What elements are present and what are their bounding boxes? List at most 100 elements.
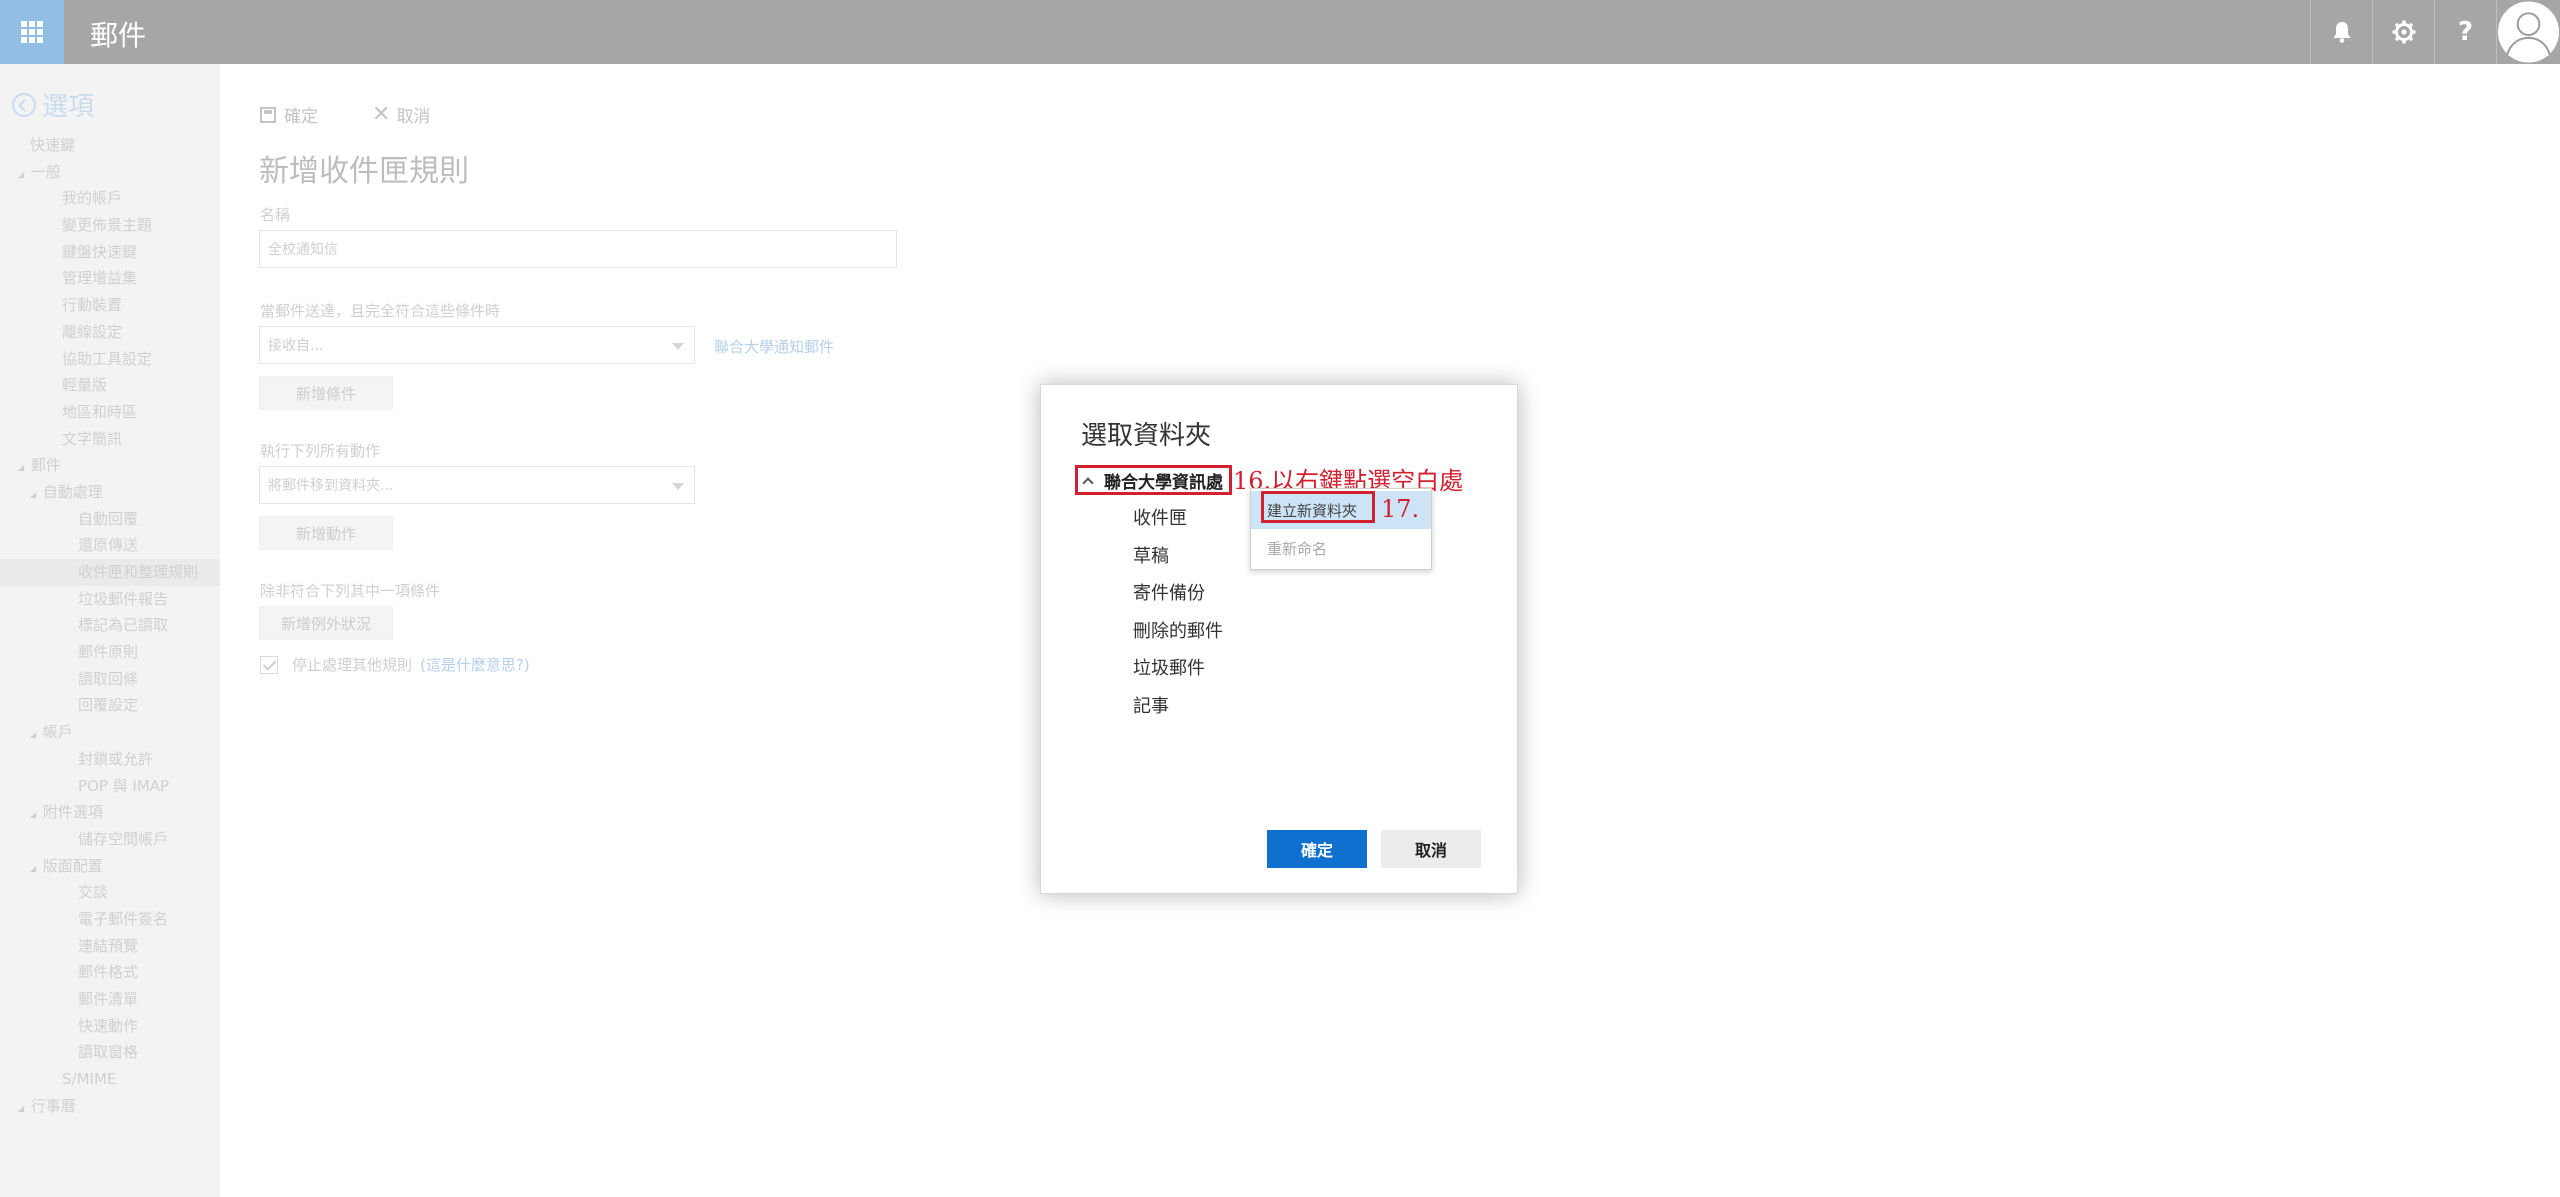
top-bar: 郵件 ?: [0, 0, 2560, 64]
root-folder-label: 聯合大學資訊處: [1104, 472, 1223, 493]
app-launcher-icon: [21, 21, 43, 43]
sidebar-item[interactable]: ◢ 一般: [0, 159, 220, 186]
chevron-down-icon: ◢: [30, 810, 39, 820]
sidebar-item[interactable]: 文字簡訊: [0, 426, 220, 453]
notifications-button[interactable]: [2310, 0, 2372, 64]
sidebar-item[interactable]: 儲存空間帳戶: [0, 826, 220, 853]
app-title: 郵件: [90, 19, 147, 52]
folder-item[interactable]: 記事: [1133, 688, 1223, 726]
options-back-button[interactable]: 選項: [12, 86, 94, 123]
sidebar-item-label: 快速鍵: [30, 136, 76, 154]
sidebar-item[interactable]: 地區和時區: [0, 399, 220, 426]
sidebar-item[interactable]: 自動回覆: [0, 506, 220, 533]
avatar-icon: [2497, 1, 2560, 63]
sidebar-item-label: POP 與 IMAP: [78, 776, 170, 795]
sidebar-item[interactable]: 快速鍵: [0, 132, 220, 159]
stop-processing-label: 停止處理其他規則: [292, 656, 413, 674]
folder-item[interactable]: 收件匣: [1133, 500, 1223, 538]
name-label: 名稱: [260, 206, 291, 224]
sidebar-item[interactable]: 變更佈景主題: [0, 212, 220, 239]
add-condition-button[interactable]: 新增條件: [259, 376, 393, 410]
discard-button[interactable]: ✕ 取消: [372, 102, 430, 127]
sidebar-item[interactable]: ◢ 附件選項: [0, 799, 220, 826]
chevron-down-icon: ◢: [18, 169, 27, 179]
sidebar-item-label: 讀取回條: [78, 669, 139, 688]
sidebar-item[interactable]: POP 與 IMAP: [0, 773, 220, 800]
what-does-this-mean-link[interactable]: (這是什麼意思?): [420, 654, 530, 675]
sidebar-item[interactable]: 快速動作: [0, 1013, 220, 1040]
condition-sender-link[interactable]: 聯合大學通知郵件: [714, 336, 834, 357]
action-dropdown[interactable]: 將郵件移到資料夾...: [259, 466, 695, 504]
folder-item[interactable]: 垃圾郵件: [1133, 650, 1223, 688]
sidebar-item-label: 輕量版: [62, 376, 108, 395]
dialog-ok-button[interactable]: 確定: [1267, 830, 1367, 868]
options-title: 選項: [42, 92, 95, 122]
sidebar-item[interactable]: 讀取窗格: [0, 1039, 220, 1066]
sidebar-item[interactable]: ◢ 自動處理: [0, 479, 220, 506]
settings-button[interactable]: [2372, 0, 2434, 64]
sidebar-item[interactable]: 讀取回條: [0, 666, 220, 693]
sidebar-item[interactable]: ◢ 版面配置: [0, 853, 220, 880]
stop-processing-checkbox[interactable]: [260, 655, 278, 674]
chevron-up-icon[interactable]: [1082, 476, 1094, 489]
sidebar-item-label: 郵件格式: [78, 963, 139, 982]
exception-label: 除非符合下列其中一項條件: [260, 582, 441, 600]
options-sidebar: 選項 快速鍵 ◢ 一般 我的帳戶 變更佈景主題 鍵盤快速鍵 管理增益集 行動裝置 離線設定 協助…: [0, 64, 220, 1197]
sidebar-item[interactable]: 離線設定: [0, 319, 220, 346]
sidebar-item[interactable]: 行動裝置: [0, 292, 220, 319]
sidebar-item[interactable]: S/MIME: [0, 1066, 220, 1093]
sidebar-item[interactable]: 我的帳戶: [0, 185, 220, 212]
dialog-cancel-button[interactable]: 取消: [1381, 830, 1481, 868]
account-button[interactable]: [2496, 0, 2560, 64]
sidebar-item[interactable]: 郵件原則: [0, 639, 220, 666]
sidebar-item-label: 協助工具設定: [62, 349, 153, 368]
sidebar-item[interactable]: 交談: [0, 879, 220, 906]
sidebar-item-label: 自動回覆: [78, 509, 139, 528]
sidebar-item[interactable]: ◢ 郵件: [0, 452, 220, 479]
sidebar-item[interactable]: 連結預覽: [0, 933, 220, 960]
sidebar-item-label: 附件選項: [42, 803, 103, 822]
sidebar-item-label: 讀取窗格: [78, 1043, 139, 1062]
sidebar-item[interactable]: 輕量版: [0, 372, 220, 399]
app-launcher-button[interactable]: [0, 0, 64, 64]
root-folder-node[interactable]: 聯合大學資訊處: [1075, 465, 1232, 495]
sidebar-item-label: 郵件: [30, 456, 61, 475]
sidebar-item[interactable]: ◢ 帳戶: [0, 719, 220, 746]
sidebar-item-label: 我的帳戶: [62, 189, 123, 208]
sidebar-item[interactable]: 管理增益集: [0, 265, 220, 292]
save-icon: [260, 106, 276, 123]
rule-name-input[interactable]: 全校通知信: [259, 230, 897, 268]
folder-item[interactable]: 寄件備份: [1133, 575, 1223, 613]
sidebar-item[interactable]: 垃圾郵件報告: [0, 586, 220, 613]
add-exception-button[interactable]: 新增例外狀況: [259, 606, 393, 640]
folder-item[interactable]: 刪除的郵件: [1133, 613, 1223, 651]
stop-processing-row: 停止處理其他規則 (這是什麼意思?): [260, 654, 530, 675]
sidebar-item[interactable]: 協助工具設定: [0, 346, 220, 373]
sidebar-item-label: 鍵盤快速鍵: [62, 242, 138, 261]
sidebar-item-label: 行動裝置: [62, 296, 123, 315]
sidebar-item[interactable]: 回覆設定: [0, 692, 220, 719]
save-button[interactable]: 確定: [260, 102, 318, 127]
sidebar-item[interactable]: 封鎖或允許: [0, 746, 220, 773]
help-button[interactable]: ?: [2434, 0, 2496, 64]
select-folder-dialog: 選取資料夾 聯合大學資訊處 16.以右鍵點選空白處 收件匣 草稿 寄件備份 刪除的郵件…: [1040, 384, 1518, 894]
sidebar-item[interactable]: 收件匣和整理規則: [0, 559, 220, 586]
page-title: 新增收件匣規則: [259, 154, 469, 189]
condition-dropdown[interactable]: 接收自...: [259, 326, 695, 364]
sidebar-item[interactable]: 郵件清單: [0, 986, 220, 1013]
sidebar-item[interactable]: 還原傳送: [0, 532, 220, 559]
dialog-title: 選取資料夾: [1081, 421, 1212, 451]
chevron-down-icon: [672, 343, 684, 350]
sidebar-item[interactable]: 標記為已讀取: [0, 612, 220, 639]
sidebar-item[interactable]: 電子郵件簽名: [0, 906, 220, 933]
rule-toolbar: 確定 ✕ 取消: [260, 102, 484, 127]
rename-menu-item[interactable]: 重新命名: [1251, 529, 1431, 567]
sidebar-item[interactable]: 鍵盤快速鍵: [0, 239, 220, 266]
folder-item[interactable]: 草稿: [1133, 538, 1223, 576]
add-action-button[interactable]: 新增動作: [259, 516, 393, 550]
sidebar-item-label: 回覆設定: [78, 696, 139, 715]
sidebar-item[interactable]: 郵件格式: [0, 959, 220, 986]
sidebar-item-label: 一般: [30, 162, 61, 181]
sidebar-item[interactable]: ◢ 行事曆: [0, 1093, 220, 1120]
sidebar-item-label: 封鎖或允許: [78, 749, 154, 768]
